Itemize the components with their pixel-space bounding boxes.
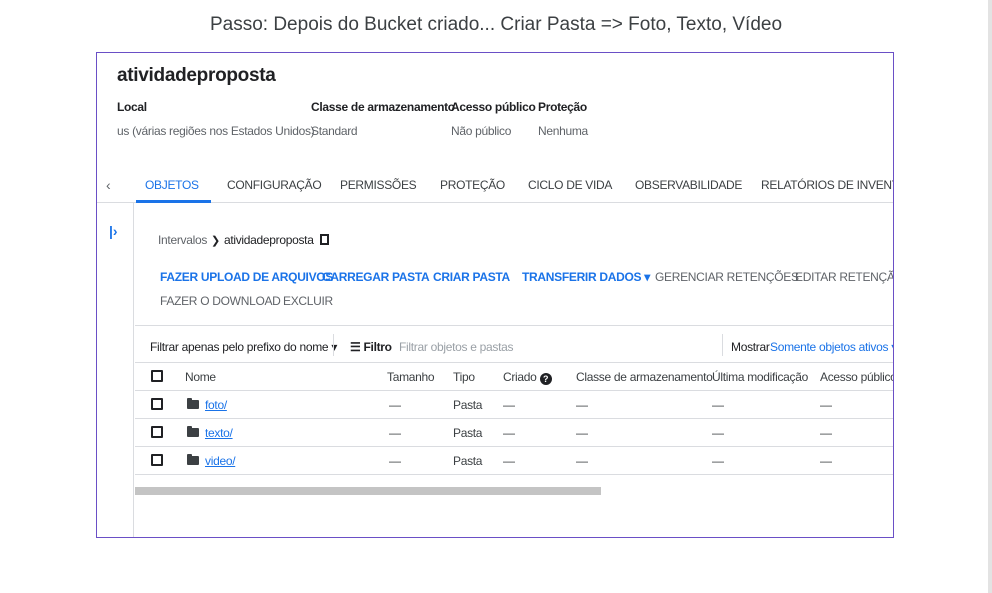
object-name-link[interactable]: texto/ (205, 426, 233, 440)
filter-label: Filtro (363, 340, 393, 354)
column-header-public-access-label: Acesso público (820, 370, 894, 384)
tabs-scroll-left-icon[interactable]: ‹ (106, 177, 111, 193)
caret-down-icon: ▾ (644, 270, 650, 284)
prefix-filter-label: Filtrar apenas pelo prefixo do nome (150, 340, 329, 354)
active-tab-indicator (136, 200, 211, 203)
object-last-modified: — (712, 426, 724, 440)
object-type: Pasta (453, 454, 483, 468)
objects-table: Nome Tamanho Tipo Criado? Classe de arma… (135, 363, 894, 475)
horizontal-scrollbar[interactable] (135, 487, 601, 495)
meta-value-storage-class: Standard (311, 124, 358, 138)
object-size: — (389, 454, 401, 468)
object-size: — (389, 398, 401, 412)
filter-button[interactable]: ☰ Filtro (350, 340, 392, 354)
delete-button[interactable]: EXCLUIR (283, 294, 333, 308)
meta-label-protection: Proteção (538, 100, 587, 114)
select-all-checkbox[interactable] (151, 370, 163, 382)
table-row: foto/ — Pasta — — — — (135, 391, 893, 419)
object-created: — (503, 398, 515, 412)
breadcrumb-current: atividadeproposta (223, 233, 314, 247)
folder-icon (187, 426, 199, 437)
transfer-data-label: TRANSFERIR DADOS (522, 270, 642, 284)
show-select[interactable]: Somente objetos ativos ▾ (770, 340, 893, 354)
object-storage-class: — (576, 426, 588, 440)
tab-permissions[interactable]: PERMISSÕES (340, 178, 417, 192)
upload-files-button[interactable]: FAZER UPLOAD DE ARQUIVOS (160, 270, 333, 284)
column-header-storage-class[interactable]: Classe de armazenamento (576, 370, 713, 384)
column-header-public-access[interactable]: Acesso público? (820, 370, 894, 385)
row-checkbox[interactable] (151, 426, 163, 438)
table-header: Nome Tamanho Tipo Criado? Classe de arma… (135, 363, 894, 391)
column-header-size[interactable]: Tamanho (387, 370, 435, 384)
object-public-access: — (820, 398, 832, 412)
help-icon[interactable]: ? (539, 373, 552, 385)
tab-lifecycle[interactable]: CICLO DE VIDA (528, 178, 612, 192)
panel-toggle-icon[interactable]: |› (109, 223, 118, 239)
tab-observability[interactable]: OBSERVABILIDADE (635, 178, 742, 192)
column-header-type[interactable]: Tipo (453, 370, 475, 384)
object-storage-class: — (576, 454, 588, 468)
show-select-value: Somente objetos ativos (770, 340, 889, 354)
tab-configuration[interactable]: CONFIGURAÇÃO (227, 178, 322, 192)
meta-label-public-access: Acesso público (451, 100, 536, 114)
edit-retention-button[interactable]: EDITAR RETENÇÃO (795, 270, 893, 284)
page-scrollbar[interactable] (988, 0, 992, 593)
manage-retention-button[interactable]: GERENCIAR RETENÇÕES (655, 270, 799, 284)
divider (722, 334, 723, 356)
folder-icon (187, 398, 199, 409)
breadcrumb-root-link[interactable]: Intervalos (158, 233, 207, 247)
create-folder-button[interactable]: CRIAR PASTA (433, 270, 510, 284)
caret-down-icon: ▾ (891, 340, 893, 354)
column-header-last-modified[interactable]: Última modificação (712, 370, 808, 384)
download-button[interactable]: FAZER O DOWNLOAD (160, 294, 281, 308)
prefix-filter-dropdown[interactable]: Filtrar apenas pelo prefixo do nome ▾ (150, 340, 337, 354)
object-public-access: — (820, 426, 832, 440)
object-type: Pasta (453, 398, 483, 412)
divider (333, 334, 334, 356)
object-name-link[interactable]: video/ (205, 454, 236, 468)
object-name-link[interactable]: foto/ (205, 398, 227, 412)
step-caption: Passo: Depois do Bucket criado... Criar … (209, 14, 783, 35)
object-last-modified: — (712, 454, 724, 468)
filter-icon: ☰ (350, 340, 361, 354)
column-header-created[interactable]: Criado? (503, 370, 552, 385)
tab-protection[interactable]: PROTEÇÃO (440, 178, 505, 192)
object-storage-class: — (576, 398, 588, 412)
object-created: — (503, 454, 515, 468)
meta-value-public-access: Não público (451, 124, 512, 138)
table-row: texto/ — Pasta — — — — (135, 419, 893, 447)
tab-inventory-reports[interactable]: RELATÓRIOS DE INVENTÁRIO (761, 178, 893, 192)
column-header-created-label: Criado (503, 370, 537, 384)
breadcrumb: Intervalos ❯ atividadeproposta (158, 233, 329, 247)
object-created: — (503, 426, 515, 440)
object-size: — (389, 426, 401, 440)
transfer-data-button[interactable]: TRANSFERIR DADOS ▾ (522, 270, 650, 284)
side-panel: |› (97, 203, 134, 537)
meta-value-protection: Nenhuma (538, 124, 588, 138)
show-label: Mostrar (731, 340, 770, 354)
upload-folder-button[interactable]: CARREGAR PASTA (322, 270, 430, 284)
object-last-modified: — (712, 398, 724, 412)
chevron-right-icon: ❯ (211, 235, 220, 247)
screenshot-frame: atividadeproposta Local us (várias regiõ… (96, 52, 894, 538)
filter-bar: Filtrar apenas pelo prefixo do nome ▾ ☰ … (135, 325, 893, 363)
meta-label-location: Local (117, 100, 147, 114)
meta-value-location: us (várias regiões nos Estados Unidos) (117, 124, 315, 138)
object-public-access: — (820, 454, 832, 468)
folder-icon (187, 454, 199, 465)
row-checkbox[interactable] (151, 398, 163, 410)
row-checkbox[interactable] (151, 454, 163, 466)
object-type: Pasta (453, 426, 483, 440)
filter-input[interactable]: Filtrar objetos e pastas (399, 340, 514, 354)
tab-objects[interactable]: OBJETOS (145, 178, 199, 192)
column-header-name[interactable]: Nome (185, 370, 216, 384)
tab-bar: ‹ OBJETOS CONFIGURAÇÃO PERMISSÕES PROTEÇ… (97, 165, 893, 203)
bucket-title: atividadeproposta (117, 65, 276, 86)
table-row: video/ — Pasta — — — — (135, 447, 893, 475)
meta-label-storage-class: Classe de armazenamento (311, 100, 455, 114)
copy-icon[interactable] (319, 234, 329, 245)
